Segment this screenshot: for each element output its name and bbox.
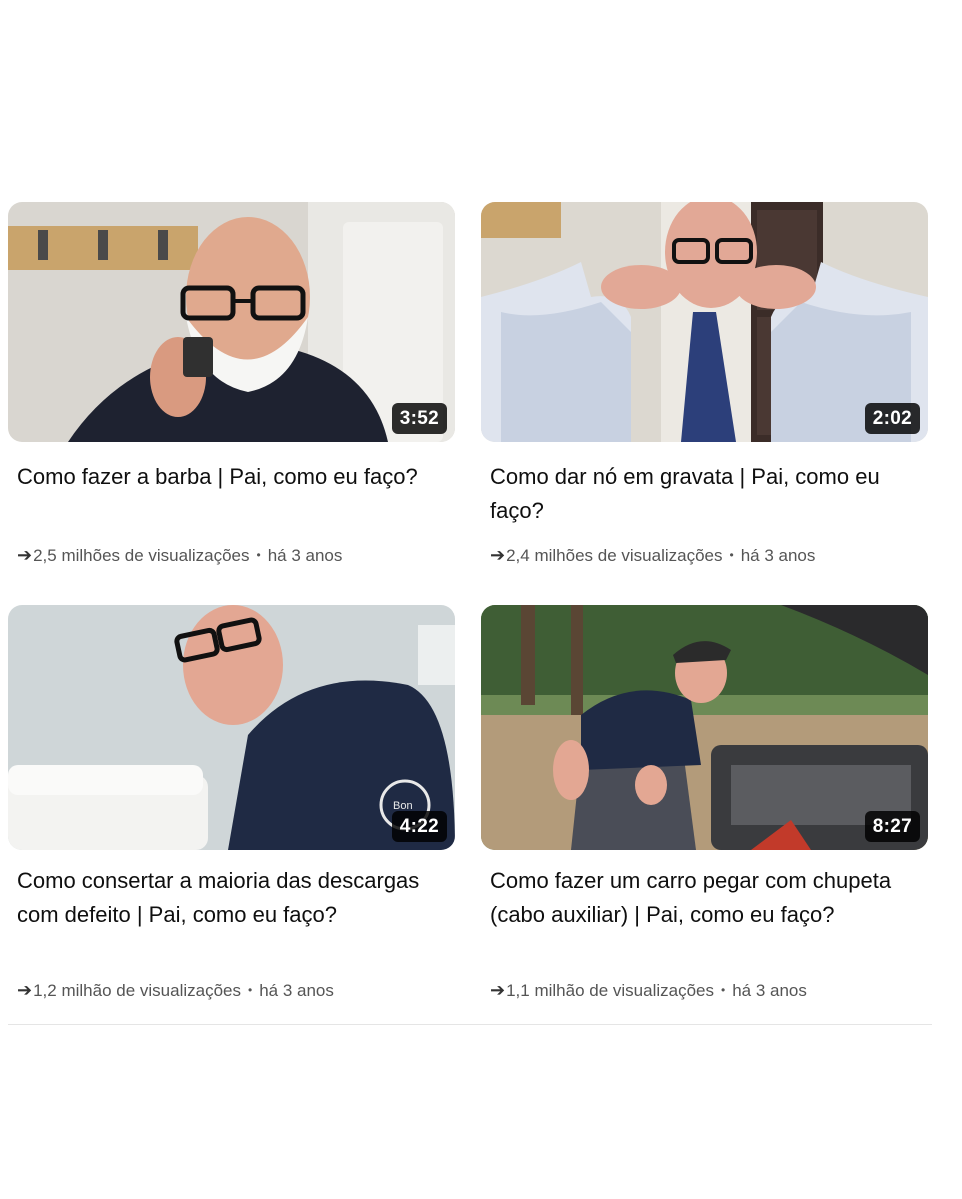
video-title[interactable]: Como dar nó em gravata | Pai, como eu fa… xyxy=(490,460,910,528)
video-grid: 3:52 Como fazer a barba | Pai, como eu f… xyxy=(8,199,932,1025)
video-metadata: ➔1,1 milhão de visualizações • há 3 anos xyxy=(490,979,807,1003)
thumbnail-image-toilet: Bon xyxy=(8,605,455,850)
arrow-right-icon: ➔ xyxy=(17,545,33,565)
separator-dot: • xyxy=(721,983,726,997)
upload-age: há 3 anos xyxy=(267,546,343,565)
video-duration: 3:52 xyxy=(391,403,447,434)
separator-dot: • xyxy=(248,983,253,997)
thumbnail-image-car xyxy=(481,605,928,850)
view-count: 1,2 milhão de visualizações xyxy=(33,981,241,1000)
video-duration: 2:02 xyxy=(864,403,920,434)
video-duration: 4:22 xyxy=(391,811,447,842)
arrow-right-icon: ➔ xyxy=(490,545,506,565)
arrow-right-icon: ➔ xyxy=(17,980,33,1000)
video-metadata: ➔1,2 milhão de visualizações • há 3 anos xyxy=(17,979,334,1003)
view-count: 2,5 milhões de visualizações xyxy=(33,546,250,565)
video-thumbnail[interactable]: 2:02 xyxy=(481,202,928,442)
video-duration: 8:27 xyxy=(864,811,920,842)
video-metadata: ➔2,4 milhões de visualizações • há 3 anos xyxy=(490,544,815,568)
video-thumbnail[interactable]: 8:27 xyxy=(481,605,928,850)
view-count: 1,1 milhão de visualizações xyxy=(506,981,714,1000)
video-title[interactable]: Como fazer um carro pegar com chupeta (c… xyxy=(490,864,910,932)
separator-dot: • xyxy=(729,548,734,562)
thumbnail-image-shaving xyxy=(8,202,455,442)
view-count: 2,4 milhões de visualizações xyxy=(506,546,723,565)
upload-age: há 3 anos xyxy=(259,981,334,1000)
upload-age: há 3 anos xyxy=(740,546,816,565)
video-title[interactable]: Como consertar a maioria das descargas c… xyxy=(17,864,437,932)
upload-age: há 3 anos xyxy=(732,981,807,1000)
separator-dot: • xyxy=(256,548,261,562)
thumbnail-image-tie xyxy=(481,202,928,442)
video-title[interactable]: Como fazer a barba | Pai, como eu faço? xyxy=(17,460,437,494)
video-thumbnail[interactable]: Bon 4:22 xyxy=(8,605,455,850)
video-thumbnail[interactable]: 3:52 xyxy=(8,202,455,442)
arrow-right-icon: ➔ xyxy=(490,980,506,1000)
video-metadata: ➔2,5 milhões de visualizações • há 3 anos xyxy=(17,544,342,568)
